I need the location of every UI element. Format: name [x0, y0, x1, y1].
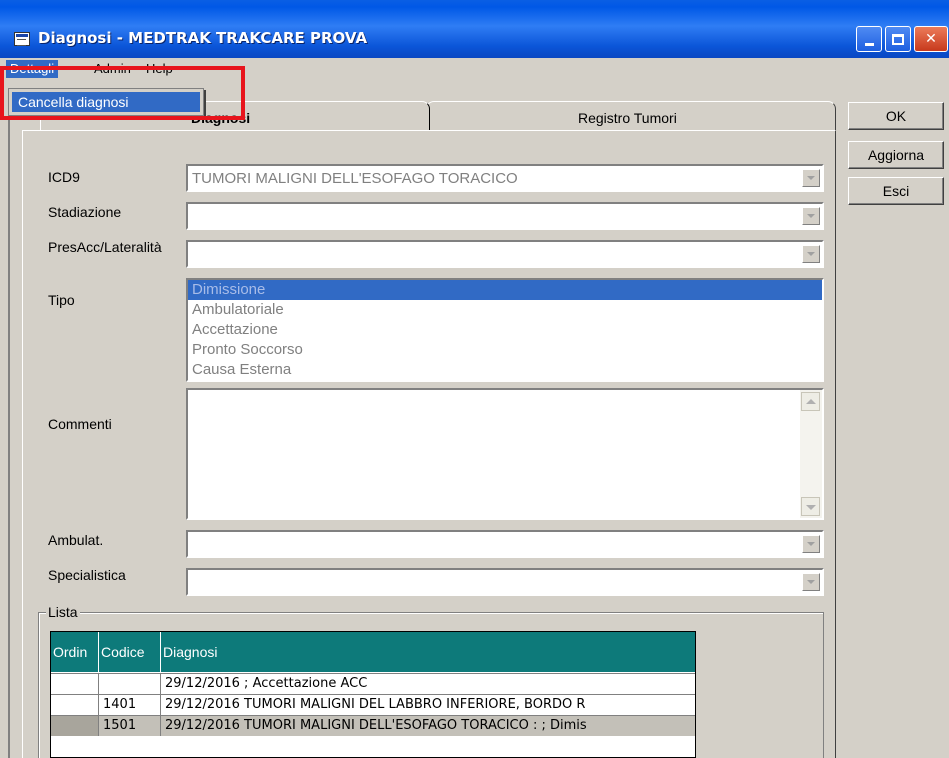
column-header-ordine[interactable]: Ordin	[51, 632, 99, 672]
lista-label: Lista	[46, 604, 80, 620]
cell-ordine	[51, 695, 99, 715]
dropdown-arrow-icon[interactable]	[802, 207, 820, 225]
scroll-up-icon[interactable]	[801, 392, 820, 411]
presacc-label: PresAcc/Lateralità	[48, 239, 162, 255]
dropdown-arrow-icon[interactable]	[802, 169, 820, 187]
tipo-label: Tipo	[48, 292, 75, 308]
table-row[interactable]: 1401 29/12/2016 TUMORI MALIGNI DEL LABBR…	[51, 694, 695, 715]
column-header-codice[interactable]: Codice	[99, 632, 161, 672]
cell-diagnosi: 29/12/2016 TUMORI MALIGNI DEL LABBRO INF…	[165, 697, 586, 712]
cell-diagnosi: 29/12/2016 ; Accettazione ACC	[165, 676, 368, 691]
title-bar[interactable]: Diagnosi - MEDTRAK TRAKCARE PROVA ✕	[0, 0, 949, 58]
dropdown-arrow-icon[interactable]	[802, 245, 820, 263]
dropdown-arrow-icon[interactable]	[802, 535, 820, 553]
dropdown-arrow-icon[interactable]	[802, 573, 820, 591]
annotation-highlight-box	[0, 66, 245, 120]
cell-codice	[99, 674, 161, 694]
icd9-combo[interactable]: TUMORI MALIGNI DELL'ESOFAGO TORACICO	[186, 164, 824, 192]
close-button[interactable]: ✕	[914, 26, 948, 52]
commenti-label: Commenti	[48, 416, 112, 432]
esci-button[interactable]: Esci	[848, 177, 944, 205]
cell-ordine	[51, 716, 99, 736]
specialistica-label: Specialistica	[48, 567, 126, 583]
tipo-listbox[interactable]: Dimissione Ambulatoriale Accettazione Pr…	[186, 278, 824, 382]
tipo-option-pronto-soccorso[interactable]: Pronto Soccorso	[188, 340, 822, 360]
ambulat-label: Ambulat.	[48, 532, 104, 548]
application-window: Diagnosi - MEDTRAK TRAKCARE PROVA ✕ Dett…	[0, 0, 949, 758]
scroll-down-icon[interactable]	[801, 497, 820, 516]
cell-ordine	[51, 674, 99, 694]
window-title: Diagnosi - MEDTRAK TRAKCARE PROVA	[38, 29, 368, 47]
tipo-option-accettazione[interactable]: Accettazione	[188, 320, 822, 340]
stadiazione-label: Stadiazione	[48, 204, 122, 220]
table-row[interactable]: 29/12/2016 ; Accettazione ACC	[51, 673, 695, 694]
cell-diagnosi: 29/12/2016 TUMORI MALIGNI DELL'ESOFAGO T…	[161, 716, 695, 736]
tipo-option-causa-esterna[interactable]: Causa Esterna	[188, 360, 822, 380]
minimize-button[interactable]	[856, 26, 882, 52]
presacc-combo[interactable]	[186, 240, 824, 268]
maximize-icon	[892, 33, 904, 45]
aggiorna-button[interactable]: Aggiorna	[848, 141, 944, 169]
icd9-value: TUMORI MALIGNI DELL'ESOFAGO TORACICO	[192, 170, 518, 187]
commenti-scrollbar[interactable]	[800, 390, 822, 518]
app-icon[interactable]	[14, 32, 30, 46]
table-row-selected[interactable]: 1501 29/12/2016 TUMORI MALIGNI DELL'ESOF…	[51, 715, 695, 736]
stadiazione-combo[interactable]	[186, 202, 824, 230]
minimize-icon	[864, 42, 874, 46]
tipo-option-ambulatoriale[interactable]: Ambulatoriale	[188, 300, 822, 320]
commenti-textarea[interactable]	[186, 388, 824, 520]
close-icon: ✕	[925, 31, 937, 47]
grid-header: Ordin Codice Diagnosi	[51, 632, 695, 672]
ambulat-combo[interactable]	[186, 530, 824, 558]
icd9-label: ICD9	[48, 169, 80, 185]
tab-registro-tumori-label: Registro Tumori	[578, 110, 677, 126]
tipo-option-dimissione[interactable]: Dimissione	[188, 280, 822, 300]
column-header-diagnosi[interactable]: Diagnosi	[161, 632, 695, 672]
cell-codice: 1401	[99, 695, 161, 715]
ok-button[interactable]: OK	[848, 102, 944, 130]
tab-registro-tumori[interactable]: Registro Tumori	[426, 101, 836, 131]
lista-grid[interactable]: Ordin Codice Diagnosi 29/12/2016 ; Accet…	[50, 631, 696, 758]
maximize-button[interactable]	[885, 26, 911, 52]
specialistica-combo[interactable]	[186, 568, 824, 596]
cell-codice: 1501	[99, 716, 161, 736]
